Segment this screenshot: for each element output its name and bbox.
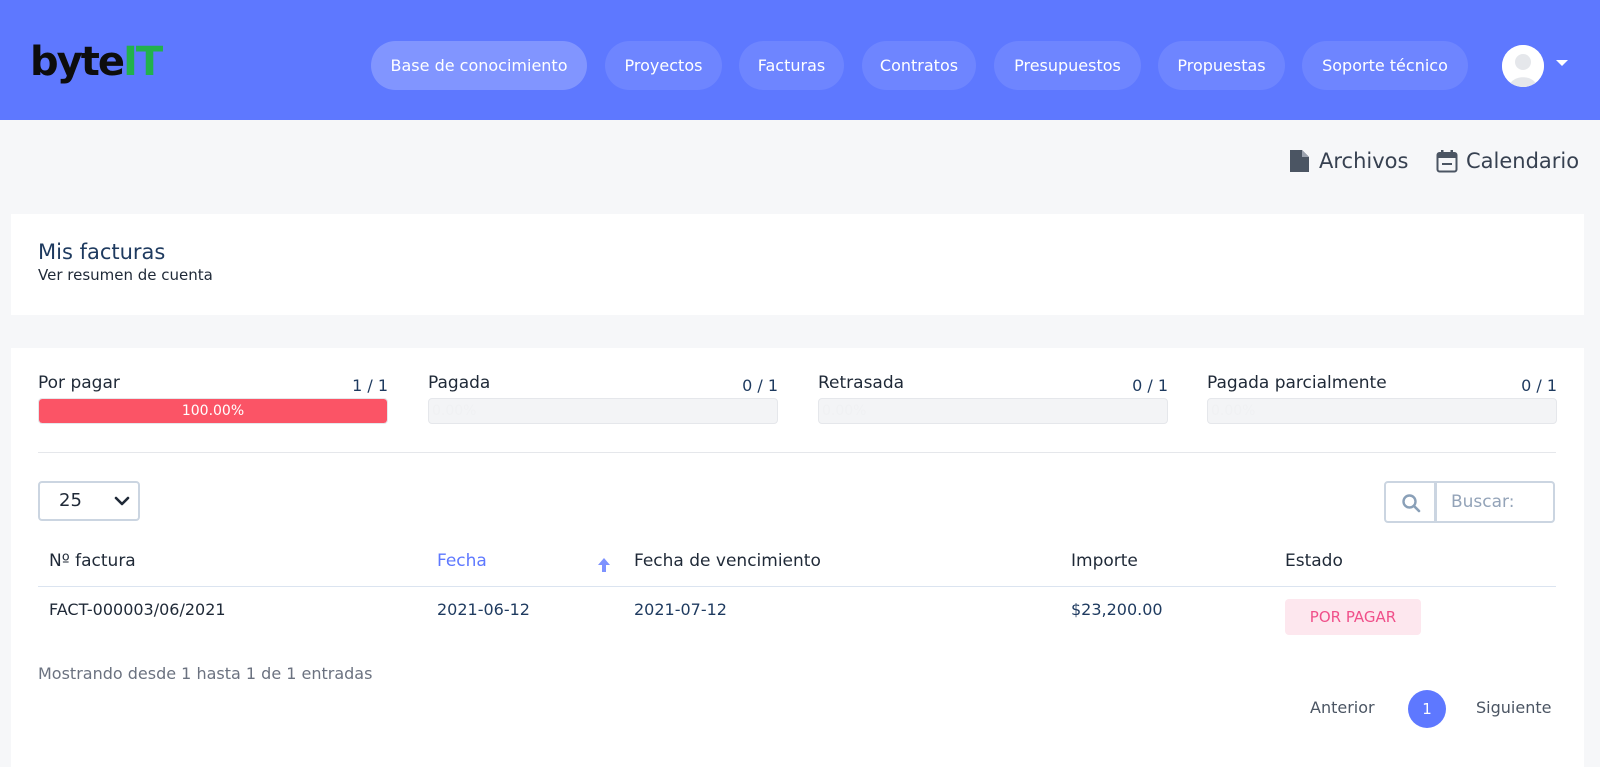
logo[interactable]: byteIT <box>30 38 163 86</box>
page-size-value: 25 <box>59 490 82 511</box>
pagination-current-page[interactable]: 1 <box>1408 690 1446 728</box>
nav-item-knowledge-base[interactable]: Base de conocimiento <box>371 41 587 90</box>
progress-label: 0.00% <box>432 403 477 419</box>
sort-up-icon[interactable] <box>596 556 612 574</box>
column-header-date[interactable]: Fecha <box>437 549 487 573</box>
invoice-date: 2021-06-12 <box>437 600 530 619</box>
page-title: Mis facturas <box>38 240 166 264</box>
logo-text-it: IT <box>122 39 163 85</box>
file-icon <box>1290 150 1309 172</box>
column-header-invoice-number[interactable]: Nº factura <box>49 549 136 573</box>
progress-bar: 0.00% <box>1207 398 1557 424</box>
table-info: Mostrando desde 1 hasta 1 de 1 entradas <box>38 664 373 683</box>
column-header-status[interactable]: Estado <box>1285 549 1343 573</box>
progress-bar: 100.00% <box>38 398 388 424</box>
nav-item-proposals[interactable]: Propuestas <box>1158 41 1285 90</box>
stat-count: 0 / 1 <box>742 376 778 395</box>
stat-overdue: Retrasada 0 / 1 0.00% <box>818 372 1168 424</box>
stat-label: Pagada <box>428 373 491 393</box>
stat-count: 1 / 1 <box>352 376 388 395</box>
stat-count: 0 / 1 <box>1521 376 1557 395</box>
files-link-label: Archivos <box>1319 149 1409 173</box>
pagination-previous[interactable]: Anterior <box>1310 696 1375 720</box>
invoice-number-link[interactable]: FACT-000003/06/2021 <box>49 598 226 622</box>
logo-text-byte: byte <box>30 39 125 85</box>
calendar-link-label: Calendario <box>1466 149 1580 173</box>
stat-label: Pagada parcialmente <box>1207 373 1387 393</box>
search-input[interactable] <box>1435 481 1555 523</box>
chevron-down-icon <box>114 496 130 506</box>
user-avatar-icon[interactable] <box>1502 45 1544 87</box>
progress-bar: 0.00% <box>428 398 778 424</box>
nav-item-estimates[interactable]: Presupuestos <box>994 41 1141 90</box>
files-link[interactable]: Archivos <box>1289 146 1413 176</box>
search-icon <box>1402 494 1421 513</box>
stat-label: Retrasada <box>818 373 905 393</box>
nav-item-support[interactable]: Soporte técnico <box>1302 41 1468 90</box>
nav-item-invoices[interactable]: Facturas <box>739 41 844 90</box>
top-navbar: byteIT Base de conocimiento Proyectos Fa… <box>0 0 1600 120</box>
search-button[interactable] <box>1384 481 1436 523</box>
calendar-icon <box>1436 150 1458 173</box>
progress-label: 100.00% <box>181 403 245 419</box>
page-size-select[interactable]: 25 <box>38 481 140 521</box>
status-badge: POR PAGAR <box>1285 599 1421 635</box>
progress-bar: 0.00% <box>818 398 1168 424</box>
stat-count: 0 / 1 <box>1132 376 1168 395</box>
stat-partially-paid: Pagada parcialmente 0 / 1 0.00% <box>1207 372 1557 424</box>
invoice-due-date: 2021-07-12 <box>634 600 727 619</box>
nav-item-projects[interactable]: Proyectos <box>605 41 722 90</box>
calendar-link[interactable]: Calendario <box>1436 146 1586 176</box>
column-header-due-date[interactable]: Fecha de vencimiento <box>634 549 821 573</box>
pagination-next[interactable]: Siguiente <box>1476 696 1551 720</box>
stat-paid: Pagada 0 / 1 0.00% <box>428 372 778 424</box>
column-header-amount[interactable]: Importe <box>1071 549 1138 573</box>
stat-label: Por pagar <box>38 373 120 393</box>
progress-label: 0.00% <box>822 403 867 419</box>
nav-item-contracts[interactable]: Contratos <box>862 41 976 90</box>
stat-unpaid: Por pagar 1 / 1 100.00% <box>38 372 388 424</box>
divider <box>38 452 1556 453</box>
title-card <box>11 214 1584 315</box>
progress-label: 0.00% <box>1211 403 1256 419</box>
chevron-down-icon[interactable] <box>1556 60 1568 66</box>
invoice-amount: $23,200.00 <box>1071 600 1163 619</box>
account-summary-link[interactable]: Ver resumen de cuenta <box>38 265 213 285</box>
table-header-divider <box>38 586 1556 587</box>
